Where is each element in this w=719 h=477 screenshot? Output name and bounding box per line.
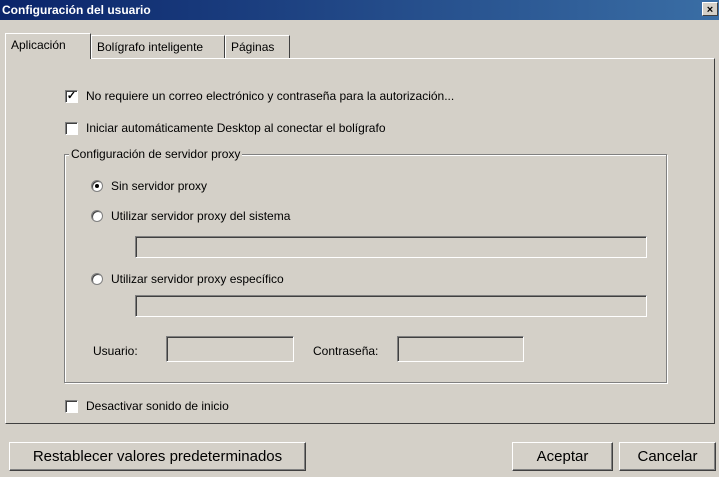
user-label: Usuario: (93, 344, 138, 358)
radio-no-proxy-row[interactable]: Sin servidor proxy (91, 179, 207, 193)
title-bar: Configuración del usuario × (0, 0, 719, 20)
radio-no-proxy-label: Sin servidor proxy (111, 179, 208, 193)
radio-selected-dot (95, 184, 99, 188)
autostart-checkbox-row[interactable]: Iniciar automáticamente Desktop al conec… (65, 121, 386, 135)
radio-no-proxy[interactable] (91, 180, 103, 192)
cancel-label: Cancelar (637, 448, 698, 465)
radio-system-proxy[interactable] (91, 210, 103, 222)
disable-sound-checkbox-row[interactable]: Desactivar sonido de inicio (65, 399, 229, 413)
close-button[interactable]: × (702, 2, 718, 16)
window-title: Configuración del usuario (2, 3, 151, 17)
reset-defaults-button[interactable]: Restablecer valores predeterminados (9, 442, 306, 471)
checkmark-icon: ✓ (66, 89, 77, 102)
system-proxy-field[interactable] (135, 236, 647, 258)
no-email-checkbox-row[interactable]: ✓ No requiere un correo electrónico y co… (65, 89, 454, 103)
disable-sound-checkbox[interactable] (65, 399, 78, 413)
autostart-label: Iniciar automáticamente Desktop al conec… (86, 121, 386, 135)
radio-specific-proxy[interactable] (91, 273, 103, 285)
radio-specific-proxy-row[interactable]: Utilizar servidor proxy específico (91, 272, 284, 286)
ok-button[interactable]: Aceptar (512, 442, 613, 471)
close-icon: × (706, 4, 714, 16)
autostart-checkbox[interactable] (65, 121, 78, 135)
tab-paginas[interactable]: Páginas (225, 35, 290, 59)
tab-aplicacion[interactable]: Aplicación (5, 33, 91, 59)
radio-system-proxy-label: Utilizar servidor proxy del sistema (111, 209, 291, 223)
radio-system-proxy-row[interactable]: Utilizar servidor proxy del sistema (91, 209, 290, 223)
reset-defaults-label: Restablecer valores predeterminados (32, 448, 283, 465)
proxy-group-label: Configuración de servidor proxy (69, 147, 243, 161)
no-email-checkbox[interactable]: ✓ (65, 89, 78, 103)
tab-label: Bolígrafo inteligente (97, 40, 204, 54)
user-field[interactable] (166, 336, 294, 362)
tab-label: Aplicación (11, 38, 66, 52)
radio-specific-proxy-label: Utilizar servidor proxy específico (111, 272, 284, 286)
disable-sound-label: Desactivar sonido de inicio (86, 399, 229, 413)
tab-boligrafo-inteligente[interactable]: Bolígrafo inteligente (91, 35, 225, 59)
specific-proxy-field[interactable] (135, 295, 647, 317)
password-label: Contraseña: (313, 344, 379, 358)
tab-label: Páginas (231, 40, 275, 54)
no-email-label: No requiere un correo electrónico y cont… (86, 89, 455, 103)
password-field[interactable] (397, 336, 524, 362)
cancel-button[interactable]: Cancelar (619, 442, 716, 471)
ok-label: Aceptar (536, 448, 589, 465)
